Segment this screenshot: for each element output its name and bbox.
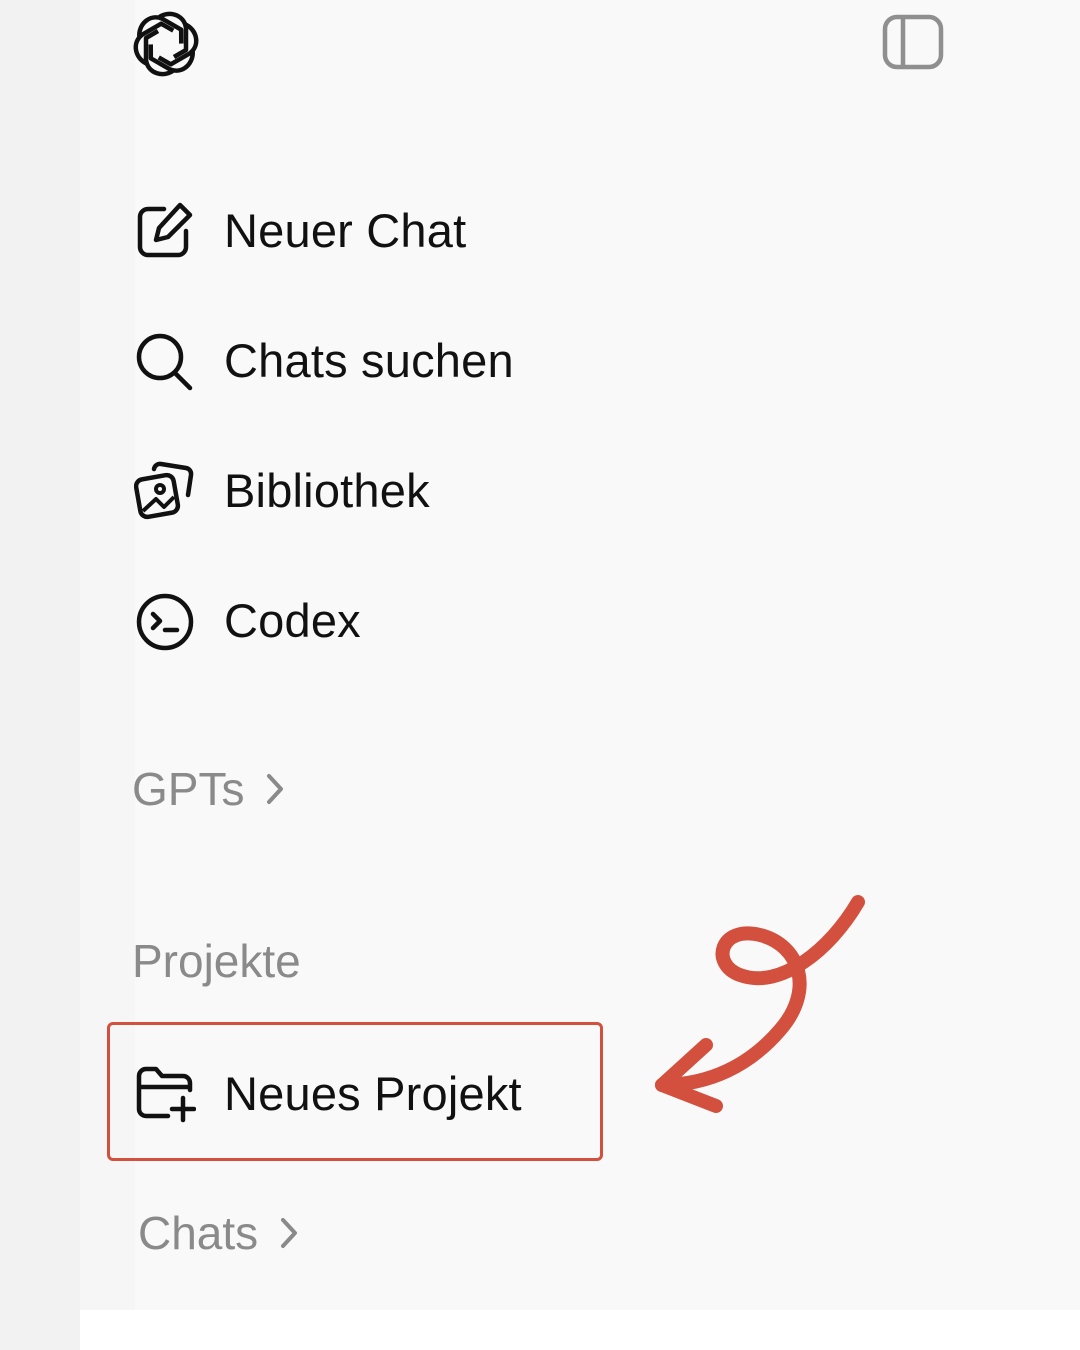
nav-item-label: Neuer Chat (224, 203, 467, 257)
section-chats[interactable]: Chats (138, 1206, 300, 1260)
edit-icon (134, 199, 196, 261)
section-projects-heading: Projekte (132, 934, 301, 988)
section-label: GPTs (132, 763, 245, 815)
nav-item-label: Bibliothek (224, 463, 430, 517)
left-background-strip (0, 0, 80, 1350)
nav-item-label: Chats suchen (224, 333, 514, 387)
sidebar-toggle-button[interactable] (880, 12, 948, 74)
bottom-area (80, 1310, 1080, 1350)
nav-item-search-chats[interactable]: Chats suchen (134, 325, 514, 395)
annotation-arrow-icon (640, 880, 900, 1140)
highlight-box (107, 1022, 603, 1161)
nav-item-label: Codex (224, 593, 361, 647)
section-label: Chats (138, 1207, 259, 1259)
search-icon (134, 329, 196, 391)
sidebar-toggle-icon (882, 14, 944, 70)
library-icon (134, 459, 196, 521)
openai-logo-icon[interactable] (128, 4, 204, 80)
chevron-right-icon (264, 771, 286, 807)
section-gpts[interactable]: GPTs (132, 762, 286, 816)
section-label: Projekte (132, 935, 301, 987)
nav-item-new-chat[interactable]: Neuer Chat (134, 195, 466, 265)
nav-item-codex[interactable]: Codex (134, 585, 361, 655)
chevron-right-icon (278, 1215, 300, 1251)
app-window: Neuer Chat Chats suchen Bibliothek Codex… (0, 0, 1080, 1350)
codex-icon (134, 589, 196, 651)
nav-item-library[interactable]: Bibliothek (134, 455, 430, 525)
